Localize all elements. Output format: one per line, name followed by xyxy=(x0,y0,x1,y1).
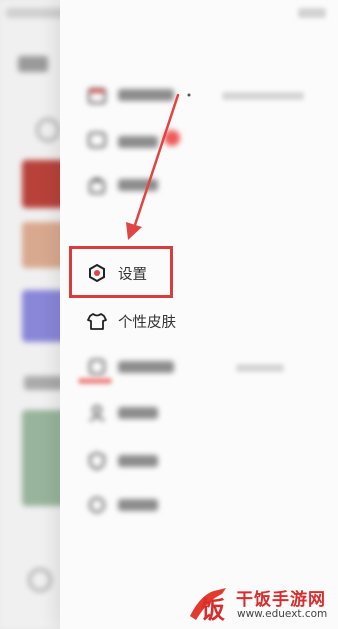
watermark-url: www.eduext.com xyxy=(237,608,328,620)
svg-text:饭: 饭 xyxy=(201,596,225,624)
highlight-box xyxy=(69,246,173,298)
annotation-arrow xyxy=(126,93,191,240)
watermark-logo: 饭 xyxy=(190,588,226,624)
watermark-title: 干饭手游网 xyxy=(236,590,326,610)
watermark: 饭 干饭手游网 www.eduext.com xyxy=(180,584,336,628)
